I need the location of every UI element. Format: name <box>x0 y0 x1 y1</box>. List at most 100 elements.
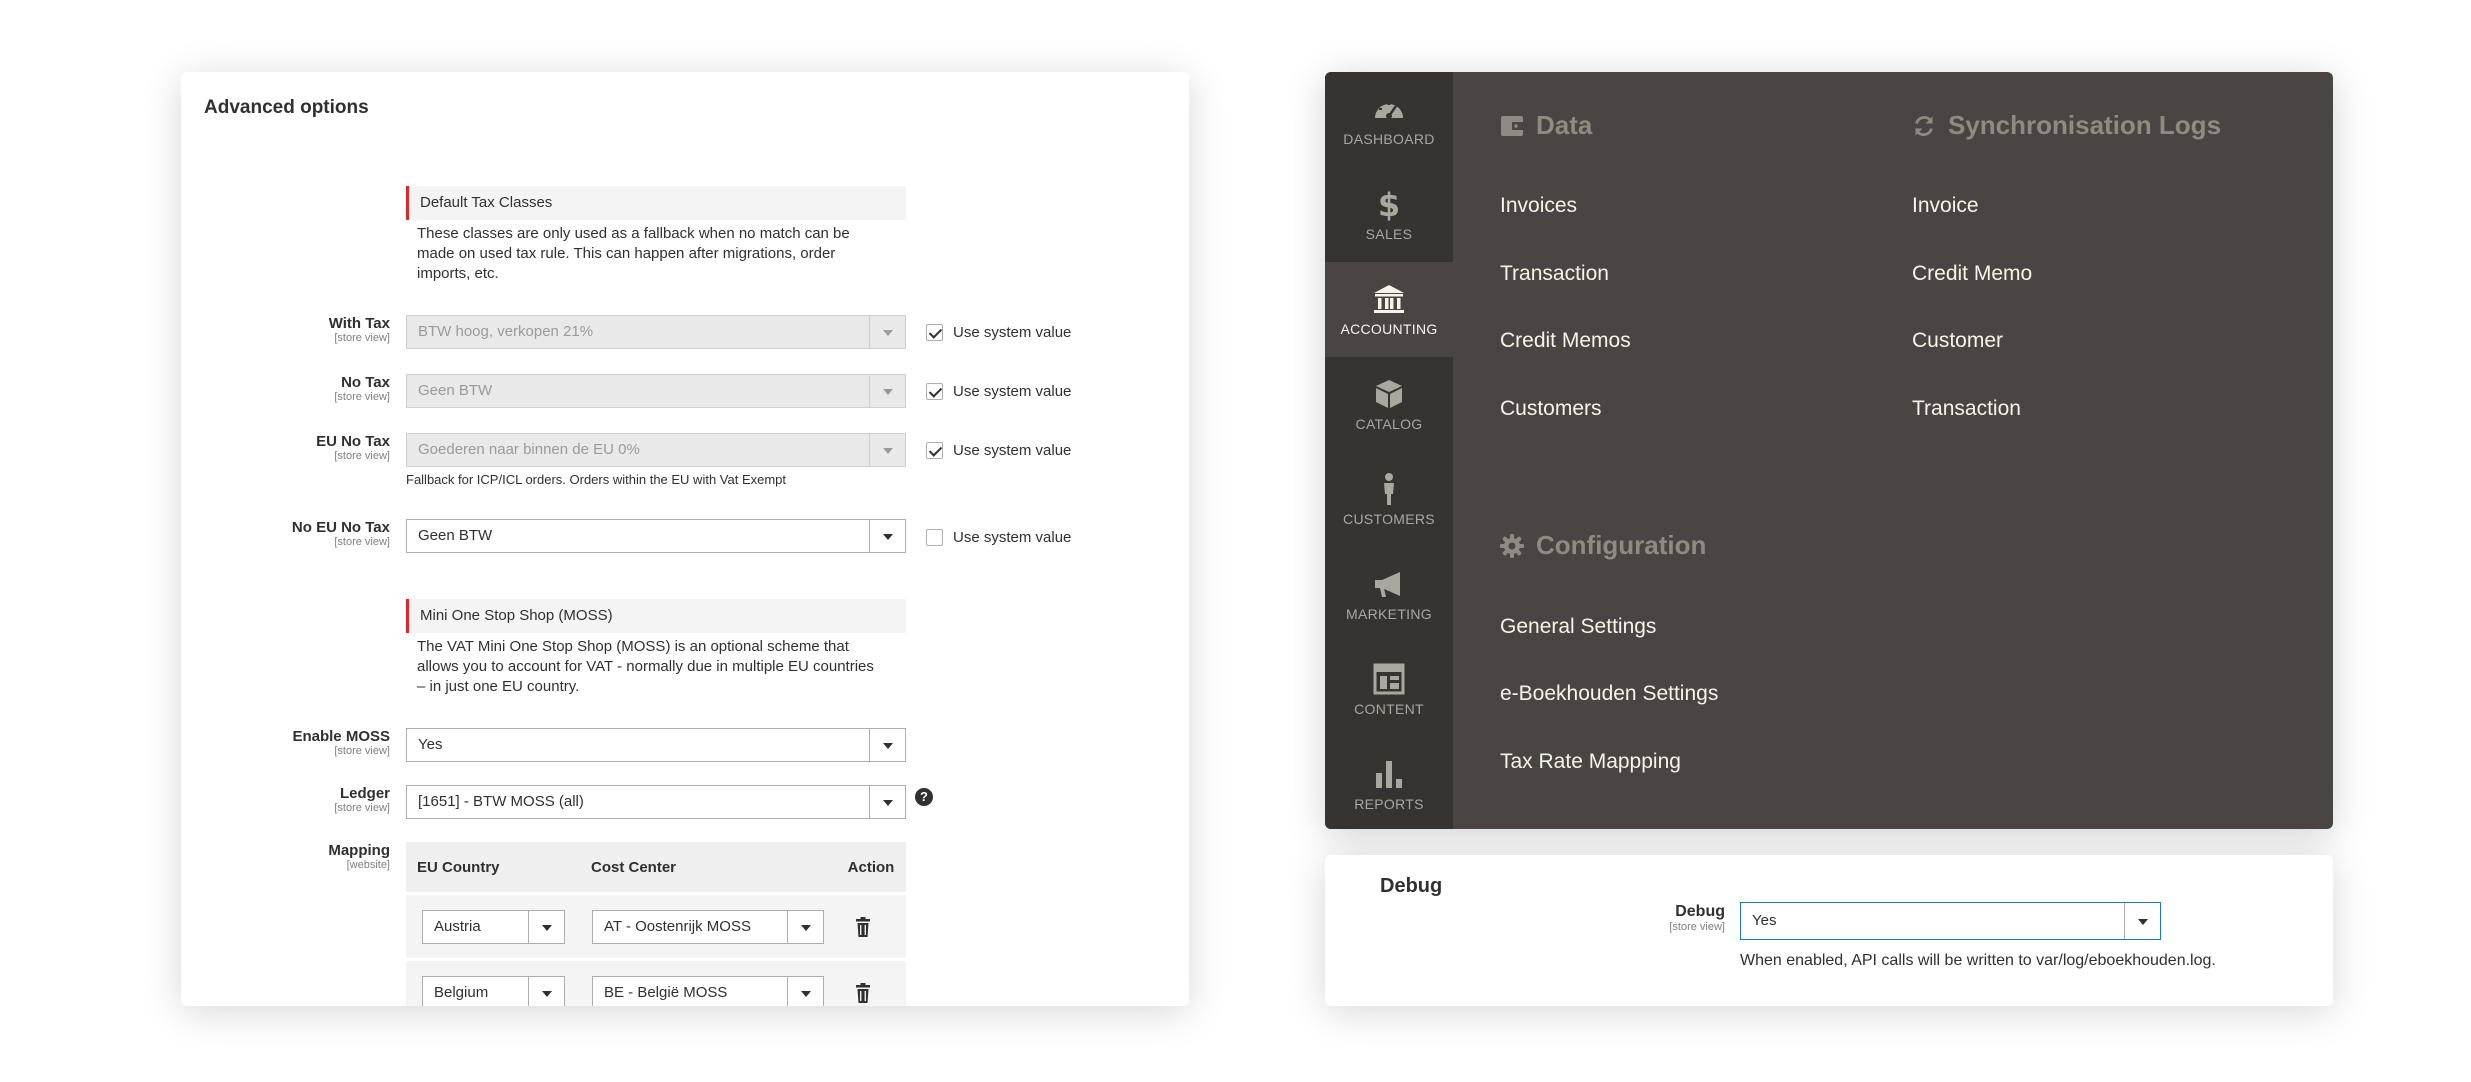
menu-link-invoices[interactable]: Invoices <box>1500 194 1577 218</box>
with-tax-select[interactable]: BTW hoog, verkopen 21% <box>406 315 906 349</box>
admin-sidebar: DASHBOARD $ SALES ACCOUNTING CATALOG CUS… <box>1325 72 1453 829</box>
sync-icon <box>1915 115 1933 136</box>
chevron-down-icon <box>869 786 905 818</box>
menu-link-credit-memos[interactable]: Credit Memos <box>1500 329 1631 353</box>
checkbox-checked-icon[interactable] <box>926 441 943 459</box>
menu-link-general-settings[interactable]: General Settings <box>1500 615 1656 639</box>
mapping-table-header: EU Country Cost Center Action <box>406 842 906 892</box>
sidebar-item-marketing[interactable]: MARKETING <box>1325 547 1453 642</box>
data-section-label: Data <box>1536 110 1593 140</box>
country-select[interactable]: Austria <box>422 910 565 944</box>
eu-no-tax-label-text: EU No Tax <box>316 433 390 450</box>
sidebar-item-dashboard[interactable]: DASHBOARD <box>1325 72 1453 167</box>
debug-label-text: Debug <box>1675 903 1725 920</box>
debug-scope: [store view] <box>1669 921 1725 933</box>
sidebar-item-reports[interactable]: REPORTS <box>1325 737 1453 829</box>
column-action: Action <box>847 858 895 876</box>
ledger-select[interactable]: [1651] - BTW MOSS (all) <box>406 785 906 819</box>
eu-no-tax-note: Fallback for ICP/ICL orders. Orders with… <box>406 472 787 487</box>
no-tax-select[interactable]: Geen BTW <box>406 374 906 408</box>
sidebar-item-catalog[interactable]: CATALOG <box>1325 357 1453 452</box>
help-icon[interactable]: ? <box>915 788 933 806</box>
admin-menu-panel: DASHBOARD $ SALES ACCOUNTING CATALOG CUS… <box>1325 72 2333 829</box>
sidebar-item-content[interactable]: CONTENT <box>1325 642 1453 737</box>
sidebar-label-accounting: ACCOUNTING <box>1340 321 1438 337</box>
trash-icon[interactable] <box>856 917 870 937</box>
cost-center-select[interactable]: AT - Oostenrijk MOSS <box>592 910 824 944</box>
use-system-value-label: Use system value <box>953 441 1072 459</box>
eu-no-tax-select[interactable]: Goederen naar binnen de EU 0% <box>406 433 906 467</box>
table-row: Belgium BE - België MOSS <box>406 958 906 1006</box>
enable-moss-select[interactable]: Yes <box>406 728 906 762</box>
menu-link-transaction-log[interactable]: Transaction <box>1912 397 2021 421</box>
checkbox-unchecked-icon[interactable] <box>926 528 943 546</box>
cost-center-select[interactable]: BE - België MOSS <box>592 976 824 1006</box>
menu-link-invoice-log[interactable]: Invoice <box>1912 194 1979 218</box>
person-icon <box>1384 473 1394 505</box>
no-tax-label-text: No Tax <box>341 374 390 391</box>
bar-chart-icon <box>1376 761 1402 788</box>
no-tax-scope: [store view] <box>334 391 390 403</box>
moss-heading: Mini One Stop Shop (MOSS) <box>406 599 906 633</box>
sidebar-item-sales[interactable]: $ SALES <box>1325 167 1453 262</box>
no-eu-no-tax-value: Geen BTW <box>418 527 493 544</box>
sync-logs-section-title: Synchronisation Logs <box>1912 110 2221 141</box>
menu-link-customer-log[interactable]: Customer <box>1912 329 2003 353</box>
country-value: Austria <box>434 918 481 935</box>
no-tax-value: Geen BTW <box>418 382 493 399</box>
menu-link-credit-memo-log[interactable]: Credit Memo <box>1912 262 2032 286</box>
eu-no-tax-use-system-value[interactable]: Use system value <box>926 440 1071 460</box>
layout-icon <box>1373 663 1405 695</box>
checkbox-checked-icon[interactable] <box>926 382 943 400</box>
with-tax-use-system-value[interactable]: Use system value <box>926 322 1071 342</box>
advanced-options-title: Advanced options <box>204 97 369 118</box>
no-eu-no-tax-use-system-value[interactable]: Use system value <box>926 527 1071 547</box>
country-value: Belgium <box>434 984 489 1001</box>
advanced-options-panel: Advanced options Default Tax Classes The… <box>181 72 1189 1006</box>
megaphone-icon <box>1375 572 1400 597</box>
trash-icon[interactable] <box>856 983 870 1003</box>
menu-link-tax-rate-mapping[interactable]: Tax Rate Mappping <box>1500 750 1681 774</box>
sidebar-item-accounting[interactable]: ACCOUNTING <box>1325 262 1453 357</box>
eu-no-tax-value: Goederen naar binnen de EU 0% <box>418 441 640 458</box>
country-select[interactable]: Belgium <box>422 976 565 1006</box>
cost-center-value: BE - België MOSS <box>604 984 728 1001</box>
eu-no-tax-label: EU No Tax [store view] <box>316 433 390 462</box>
mapping-label: Mapping [website] <box>328 842 390 871</box>
default-tax-classes-description: These classes are only used as a fallbac… <box>417 225 850 282</box>
with-tax-value: BTW hoog, verkopen 21% <box>418 323 594 340</box>
no-eu-no-tax-label: No EU No Tax [store view] <box>292 519 390 548</box>
use-system-value-label: Use system value <box>953 323 1072 341</box>
menu-link-eboekhouden-settings[interactable]: e-Boekhouden Settings <box>1500 682 1718 706</box>
chevron-down-icon <box>869 316 905 348</box>
with-tax-label-text: With Tax <box>328 315 390 332</box>
sidebar-item-customers[interactable]: CUSTOMERS <box>1325 452 1453 547</box>
menu-link-transaction[interactable]: Transaction <box>1500 262 1609 286</box>
ledger-scope: [store view] <box>334 802 390 814</box>
column-eu-country: EU Country <box>417 858 500 876</box>
menu-link-customers[interactable]: Customers <box>1500 397 1602 421</box>
gear-icon <box>1500 533 1524 558</box>
no-eu-no-tax-label-text: No EU No Tax <box>291 519 390 536</box>
with-tax-label: With Tax [store view] <box>329 315 390 344</box>
checkbox-checked-icon[interactable] <box>926 323 943 341</box>
mapping-label-text: Mapping <box>328 842 390 859</box>
box-icon <box>1376 380 1402 408</box>
debug-value: Yes <box>1752 912 1777 929</box>
no-tax-use-system-value[interactable]: Use system value <box>926 381 1071 401</box>
configuration-section-title: Configuration <box>1500 530 1706 561</box>
sidebar-label-sales: SALES <box>1365 226 1413 242</box>
no-eu-no-tax-select[interactable]: Geen BTW <box>406 519 906 553</box>
sidebar-label-catalog: CATALOG <box>1355 416 1423 432</box>
table-row: Austria AT - Oostenrijk MOSS <box>406 892 906 958</box>
data-section-title: Data <box>1500 110 1592 141</box>
sync-logs-section-label: Synchronisation Logs <box>1948 110 2222 140</box>
debug-select[interactable]: Yes <box>1740 902 2161 940</box>
no-eu-no-tax-scope: [store view] <box>334 536 390 548</box>
default-tax-classes-heading: Default Tax Classes <box>406 186 906 220</box>
sidebar-label-content: CONTENT <box>1354 701 1424 717</box>
debug-panel: Debug Debug [store view] Yes When enable… <box>1325 855 2333 1006</box>
chevron-down-icon <box>528 911 564 943</box>
ledger-label: Ledger [store view] <box>334 785 390 814</box>
moss-description: The VAT Mini One Stop Shop (MOSS) is an … <box>417 638 874 695</box>
